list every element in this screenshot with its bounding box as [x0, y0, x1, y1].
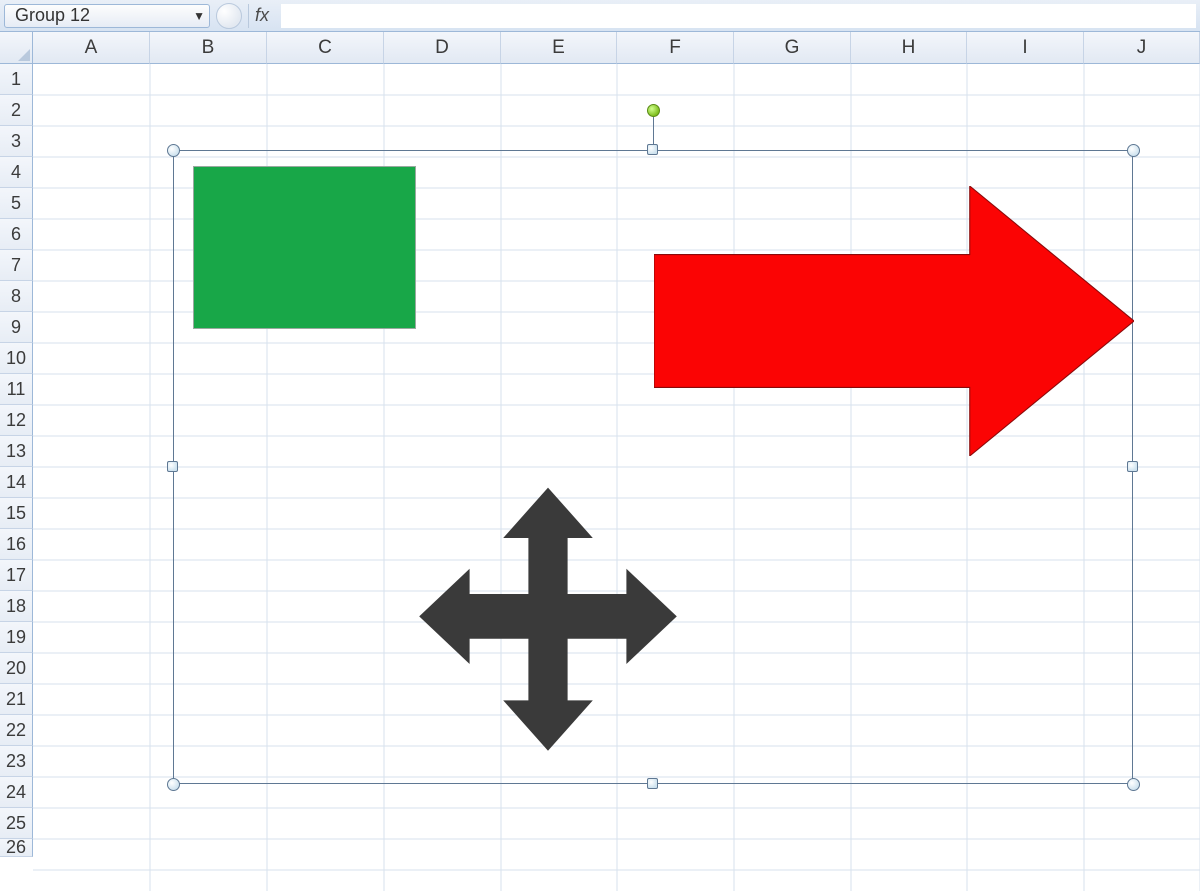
row-header-26[interactable]: 26	[0, 839, 33, 857]
row-header-12[interactable]: 12	[0, 405, 33, 436]
row-header-15[interactable]: 15	[0, 498, 33, 529]
column-header-F[interactable]: F	[617, 32, 734, 64]
resize-handle-middle-right[interactable]	[1127, 461, 1138, 472]
row-header-25[interactable]: 25	[0, 808, 33, 839]
row-headers: 1234567891011121314151617181920212223242…	[0, 64, 33, 857]
row-header-23[interactable]: 23	[0, 746, 33, 777]
row-header-4[interactable]: 4	[0, 157, 33, 188]
row-header-2[interactable]: 2	[0, 95, 33, 126]
row-header-22[interactable]: 22	[0, 715, 33, 746]
resize-handle-bottom-left[interactable]	[167, 778, 180, 791]
row-header-5[interactable]: 5	[0, 188, 33, 219]
row-header-18[interactable]: 18	[0, 591, 33, 622]
four-way-arrow-shape[interactable]	[408, 482, 688, 762]
column-header-J[interactable]: J	[1084, 32, 1200, 64]
row-header-21[interactable]: 21	[0, 684, 33, 715]
column-header-B[interactable]: B	[150, 32, 267, 64]
column-header-G[interactable]: G	[734, 32, 851, 64]
column-header-E[interactable]: E	[501, 32, 617, 64]
resize-handle-top-left[interactable]	[167, 144, 180, 157]
fx-icon: fx	[255, 5, 269, 26]
column-header-A[interactable]: A	[33, 32, 150, 64]
resize-handle-bottom-center[interactable]	[647, 778, 658, 789]
formula-bar: Group 12 ▼ fx	[0, 0, 1200, 32]
right-arrow-shape[interactable]	[654, 186, 1134, 456]
select-all-corner[interactable]	[0, 32, 33, 64]
rotate-handle[interactable]	[647, 104, 660, 117]
row-header-24[interactable]: 24	[0, 777, 33, 808]
cancel-edit-button[interactable]	[216, 3, 242, 29]
row-header-8[interactable]: 8	[0, 281, 33, 312]
row-header-14[interactable]: 14	[0, 467, 33, 498]
row-header-11[interactable]: 11	[0, 374, 33, 405]
column-header-D[interactable]: D	[384, 32, 501, 64]
column-header-H[interactable]: H	[851, 32, 967, 64]
row-header-7[interactable]: 7	[0, 250, 33, 281]
name-box[interactable]: Group 12 ▼	[4, 4, 210, 28]
column-header-I[interactable]: I	[967, 32, 1084, 64]
insert-function-button[interactable]: fx	[248, 4, 275, 28]
resize-handle-bottom-right[interactable]	[1127, 778, 1140, 791]
rectangle-shape[interactable]	[193, 166, 416, 329]
select-all-triangle-icon	[16, 47, 32, 63]
resize-handle-top-right[interactable]	[1127, 144, 1140, 157]
row-header-10[interactable]: 10	[0, 343, 33, 374]
row-header-6[interactable]: 6	[0, 219, 33, 250]
row-header-3[interactable]: 3	[0, 126, 33, 157]
row-header-1[interactable]: 1	[0, 64, 33, 95]
dropdown-arrow-icon[interactable]: ▼	[193, 9, 205, 23]
row-header-13[interactable]: 13	[0, 436, 33, 467]
resize-handle-top-center[interactable]	[647, 144, 658, 155]
row-header-9[interactable]: 9	[0, 312, 33, 343]
worksheet[interactable]: ABCDEFGHIJ 12345678910111213141516171819…	[0, 32, 1200, 859]
row-header-19[interactable]: 19	[0, 622, 33, 653]
row-header-17[interactable]: 17	[0, 560, 33, 591]
formula-input[interactable]	[281, 4, 1196, 28]
column-header-C[interactable]: C	[267, 32, 384, 64]
row-header-20[interactable]: 20	[0, 653, 33, 684]
name-box-value: Group 12	[15, 5, 90, 26]
row-header-16[interactable]: 16	[0, 529, 33, 560]
resize-handle-middle-left[interactable]	[167, 461, 178, 472]
column-headers: ABCDEFGHIJ	[33, 32, 1200, 64]
